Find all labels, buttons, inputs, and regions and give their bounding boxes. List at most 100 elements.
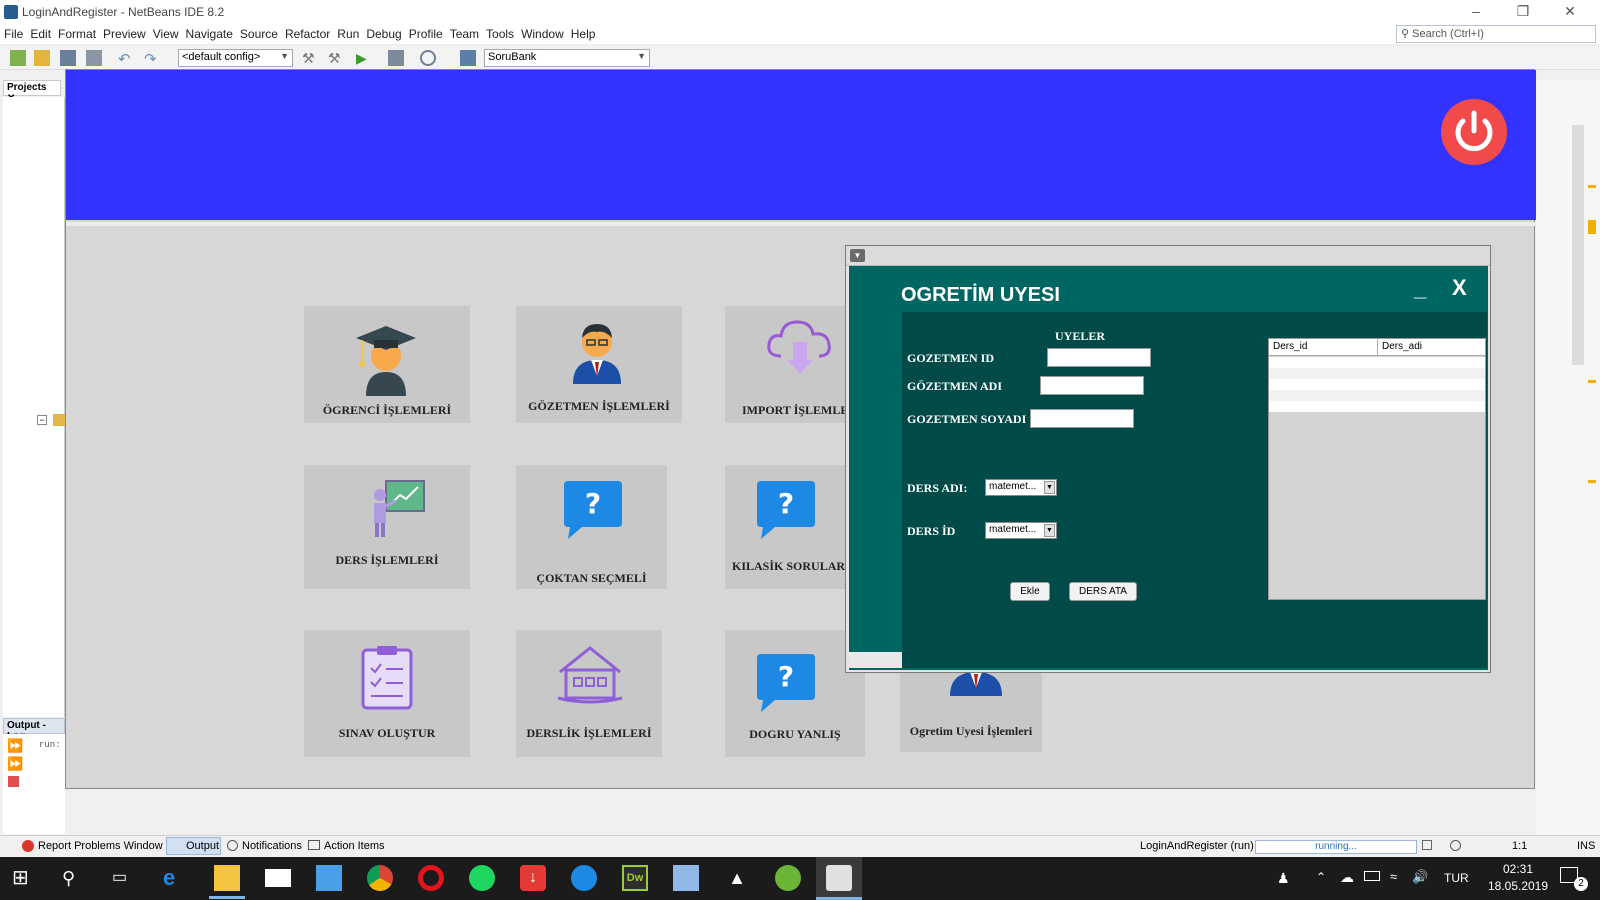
menu-run[interactable]: Run [333, 24, 362, 41]
dreamweaver-icon[interactable]: Dw [622, 865, 648, 891]
menu-edit[interactable]: Edit [26, 24, 54, 41]
windows-start-icon[interactable]: ⊞ [12, 865, 38, 891]
column-header-ders-id[interactable]: Ders_id [1269, 339, 1378, 356]
table-row[interactable] [1269, 357, 1485, 368]
menu-profile[interactable]: Profile [405, 24, 446, 41]
dialog-close-button[interactable]: X [1452, 275, 1467, 301]
debug-icon[interactable] [388, 50, 404, 66]
ders-adi-select[interactable]: matemet... ▼ [985, 479, 1057, 496]
menu-window[interactable]: Window [517, 24, 567, 41]
power-off-button[interactable] [1441, 99, 1507, 165]
menu-view[interactable]: View [149, 24, 182, 41]
virtualbox-icon[interactable] [673, 865, 699, 891]
column-header-ders-adi[interactable]: Ders_adi [1378, 339, 1485, 356]
table-row[interactable] [1269, 379, 1485, 390]
action-items-tab[interactable]: Action Items [324, 840, 385, 852]
language-indicator[interactable]: TUR [1444, 871, 1469, 885]
gozetmen-soyadi-input[interactable] [1030, 409, 1134, 428]
table-row[interactable] [1269, 368, 1485, 379]
unity-icon[interactable]: ▲ [724, 865, 750, 891]
tile-derslik-islemleri[interactable]: DERSLİK İŞLEMLERİ [516, 630, 662, 757]
people-icon[interactable]: ♟ [1277, 870, 1290, 887]
volume-icon[interactable]: 🔊 [1412, 869, 1428, 885]
chrome-icon[interactable] [367, 865, 393, 891]
tile-kilasik-sorular[interactable]: ? KILASİK SORULAR [725, 465, 850, 589]
close-window-button[interactable]: ✕ [1560, 3, 1580, 21]
menu-team[interactable]: Team [446, 24, 482, 41]
scrollbar[interactable] [1572, 125, 1584, 365]
restore-button[interactable]: ❐ [1513, 3, 1533, 21]
wifi-icon[interactable]: ≈ [1390, 869, 1397, 884]
undo-icon[interactable]: ↶ [118, 50, 134, 68]
tab-projects[interactable]: Projects ✕ [3, 80, 61, 104]
app-icon[interactable] [316, 865, 342, 891]
menu-preview[interactable]: Preview [99, 24, 149, 41]
menu-source[interactable]: Source [236, 24, 281, 41]
profile-icon[interactable] [420, 50, 436, 66]
gozetmen-id-input[interactable] [1047, 348, 1151, 367]
dialog-minimize-button[interactable]: _ [1414, 276, 1426, 302]
opera-icon[interactable] [418, 865, 444, 891]
collapse-icon[interactable]: − [37, 415, 47, 425]
tile-import-islemleri[interactable]: IMPORT İŞLEMLE [725, 306, 850, 423]
menu-help[interactable]: Help [567, 24, 599, 41]
table-row[interactable] [1269, 390, 1485, 401]
onedrive-icon[interactable]: ☁ [1340, 869, 1354, 886]
search-icon[interactable]: ⚲ [62, 865, 88, 891]
tile-ders-islemleri[interactable]: DERS İŞLEMLERİ [304, 465, 470, 589]
new-file-icon[interactable] [10, 50, 26, 66]
redo-icon[interactable]: ↷ [144, 50, 160, 68]
tile-sinav-olustur[interactable]: SINAV OLUŞTUR [304, 630, 470, 757]
progress-bar[interactable]: running... [1255, 840, 1417, 854]
minimize-button[interactable]: – [1466, 3, 1486, 21]
run-icon[interactable]: ▶ [356, 50, 372, 66]
ekle-button[interactable]: Ekle [1010, 582, 1050, 601]
chevron-up-icon[interactable]: ⌃ [1316, 870, 1326, 884]
tile-gozetmen-islemleri[interactable]: GÖZETMEN İŞLEMLERİ [516, 306, 682, 423]
rerun-with-args-icon[interactable]: ⏩ [7, 756, 23, 772]
deploy-icon[interactable] [460, 50, 476, 66]
report-problems-tab[interactable]: Report Problems Window [38, 840, 163, 852]
table-row[interactable] [1269, 401, 1485, 412]
new-project-icon[interactable] [34, 50, 50, 66]
project-select[interactable]: SoruBank ▼ [484, 49, 650, 67]
file-explorer-icon[interactable] [214, 865, 240, 891]
ders-ata-button[interactable]: DERS ATA [1069, 582, 1137, 601]
config-select[interactable]: <default config> ▼ [178, 49, 293, 67]
stop-icon[interactable] [8, 776, 19, 787]
menu-format[interactable]: Format [54, 24, 99, 41]
menu-tools[interactable]: Tools [482, 24, 517, 41]
tab-output[interactable]: Output - Log [3, 718, 65, 742]
utorrent-icon[interactable] [775, 865, 801, 891]
menu-refactor[interactable]: Refactor [281, 24, 333, 41]
notifications-tab[interactable]: Notifications [242, 840, 302, 852]
download-manager-icon[interactable]: ↓ [520, 865, 546, 891]
battery-icon[interactable] [1364, 871, 1380, 881]
ders-id-select[interactable]: matemet... ▼ [985, 522, 1057, 539]
output-tab-label[interactable]: Output [186, 840, 219, 852]
search-input[interactable]: ⚲ Search (Ctrl+I) [1396, 25, 1596, 43]
ders-table[interactable]: Ders_id Ders_adi [1268, 338, 1486, 600]
edge-icon[interactable]: e [163, 865, 189, 891]
dialog-menu-icon[interactable]: ▼ [850, 249, 865, 262]
save-all-icon[interactable] [86, 50, 102, 66]
tile-dogru-yanlis[interactable]: ? DOGRU YANLIŞ [725, 630, 865, 757]
menu-file[interactable]: File [0, 24, 26, 41]
clock-date[interactable]: 18.05.2019 [1484, 879, 1552, 893]
spotify-icon[interactable] [469, 865, 495, 891]
cancel-task-icon[interactable] [1422, 840, 1432, 850]
rerun-icon[interactable]: ⏩ [7, 738, 23, 754]
task-view-icon[interactable]: ▭ [112, 865, 138, 891]
open-project-icon[interactable] [60, 50, 76, 66]
tile-ogrenci-islemleri[interactable]: ÖGRENCİ İŞLEMLERİ [304, 306, 470, 423]
clean-build-icon[interactable]: ⚒ [328, 50, 344, 66]
build-icon[interactable]: ⚒ [302, 50, 318, 66]
tile-coktan-secmeli[interactable]: ? ÇOKTAN SEÇMELİ [516, 465, 667, 589]
menu-debug[interactable]: Debug [362, 24, 404, 41]
notification-bell-icon[interactable] [1450, 840, 1461, 851]
clock-time[interactable]: 02:31 [1490, 862, 1546, 876]
menu-navigate[interactable]: Navigate [182, 24, 236, 41]
gozetmen-adi-input[interactable] [1040, 376, 1144, 395]
mail-icon[interactable] [265, 869, 291, 887]
teamviewer-icon[interactable] [571, 865, 597, 891]
